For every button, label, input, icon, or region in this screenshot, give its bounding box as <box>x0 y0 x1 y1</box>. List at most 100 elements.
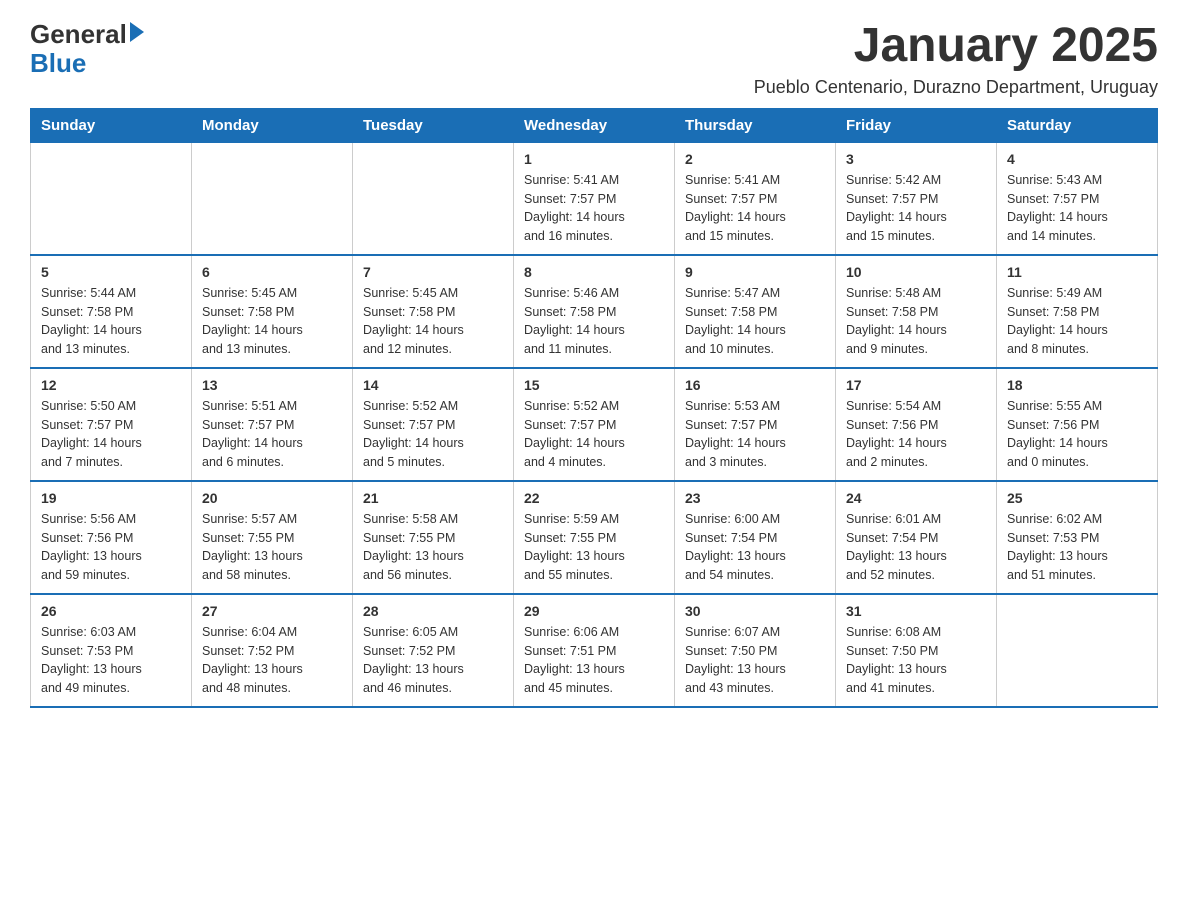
logo-arrow-icon <box>130 22 144 42</box>
table-row: 16Sunrise: 5:53 AMSunset: 7:57 PMDayligh… <box>675 368 836 481</box>
table-row: 30 Sunrise: 6:07 AMSunset: 7:50 PMDayligh… <box>675 594 836 707</box>
page-subtitle: Pueblo Centenario, Durazno Department, U… <box>754 77 1158 98</box>
calendar-table: Sunday Monday Tuesday Wednesday Thursday… <box>30 108 1158 708</box>
day-number: 15 <box>524 377 664 393</box>
table-row: 24 Sunrise: 6:01 AMSunset: 7:54 PMDayligh… <box>836 481 997 594</box>
day-number: 23 <box>685 490 825 506</box>
day-info: Sunrise: 6:06 AMSunset: 7:51 PMDaylight:… <box>524 623 664 698</box>
table-row: 12 Sunrise: 5:50 AMSunset: 7:57 PMDayligh… <box>31 368 192 481</box>
col-sunday: Sunday <box>31 108 192 142</box>
day-number: 6 <box>202 264 342 280</box>
day-info: Sunrise: 5:53 AMSunset: 7:57 PMDaylight:… <box>685 397 825 472</box>
table-row: 17 Sunrise: 5:54 AMSunset: 7:56 PMDayligh… <box>836 368 997 481</box>
day-number: 14 <box>363 377 503 393</box>
day-info: Sunrise: 6:03 AMSunset: 7:53 PMDaylight:… <box>41 623 181 698</box>
page-title: January 2025 <box>754 20 1158 73</box>
table-row <box>31 142 192 255</box>
table-row: 21 Sunrise: 5:58 AMSunset: 7:55 PMDayligh… <box>353 481 514 594</box>
day-number: 19 <box>41 490 181 506</box>
table-row: 25 Sunrise: 6:02 AMSunset: 7:53 PMDayligh… <box>997 481 1158 594</box>
table-row: 5 Sunrise: 5:44 AMSunset: 7:58 PMDaylight… <box>31 255 192 368</box>
table-row: 4 Sunrise: 5:43 AMSunset: 7:57 PMDaylight… <box>997 142 1158 255</box>
day-number: 3 <box>846 151 986 167</box>
table-row <box>192 142 353 255</box>
col-wednesday: Wednesday <box>514 108 675 142</box>
day-number: 21 <box>363 490 503 506</box>
day-number: 1 <box>524 151 664 167</box>
day-info: Sunrise: 5:45 AMSunset: 7:58 PMDaylight:… <box>363 284 503 359</box>
table-row <box>997 594 1158 707</box>
day-info: Sunrise: 5:55 AMSunset: 7:56 PMDaylight:… <box>1007 397 1147 472</box>
table-row: 8Sunrise: 5:46 AMSunset: 7:58 PMDaylight… <box>514 255 675 368</box>
logo: General Blue <box>30 20 144 77</box>
day-number: 25 <box>1007 490 1147 506</box>
day-number: 11 <box>1007 264 1147 280</box>
day-info: Sunrise: 5:58 AMSunset: 7:55 PMDaylight:… <box>363 510 503 585</box>
day-info: Sunrise: 6:04 AMSunset: 7:52 PMDaylight:… <box>202 623 342 698</box>
day-info: Sunrise: 5:50 AMSunset: 7:57 PMDaylight:… <box>41 397 181 472</box>
day-number: 17 <box>846 377 986 393</box>
day-number: 12 <box>41 377 181 393</box>
calendar-week-row: 26 Sunrise: 6:03 AMSunset: 7:53 PMDayligh… <box>31 594 1158 707</box>
table-row: 15 Sunrise: 5:52 AMSunset: 7:57 PMDayligh… <box>514 368 675 481</box>
day-number: 4 <box>1007 151 1147 167</box>
day-number: 5 <box>41 264 181 280</box>
day-info: Sunrise: 5:52 AMSunset: 7:57 PMDaylight:… <box>524 397 664 472</box>
title-block: January 2025 Pueblo Centenario, Durazno … <box>754 20 1158 98</box>
logo-general-text: General <box>30 20 127 49</box>
day-number: 10 <box>846 264 986 280</box>
calendar-week-row: 1 Sunrise: 5:41 AMSunset: 7:57 PMDaylight… <box>31 142 1158 255</box>
day-number: 24 <box>846 490 986 506</box>
day-info: Sunrise: 6:01 AMSunset: 7:54 PMDaylight:… <box>846 510 986 585</box>
table-row: 3 Sunrise: 5:42 AMSunset: 7:57 PMDaylight… <box>836 142 997 255</box>
day-number: 31 <box>846 603 986 619</box>
table-row: 11 Sunrise: 5:49 AMSunset: 7:58 PMDayligh… <box>997 255 1158 368</box>
day-number: 20 <box>202 490 342 506</box>
day-number: 9 <box>685 264 825 280</box>
day-info: Sunrise: 5:48 AMSunset: 7:58 PMDaylight:… <box>846 284 986 359</box>
day-number: 8 <box>524 264 664 280</box>
day-number: 26 <box>41 603 181 619</box>
day-number: 30 <box>685 603 825 619</box>
table-row: 23Sunrise: 6:00 AMSunset: 7:54 PMDayligh… <box>675 481 836 594</box>
day-info: Sunrise: 5:43 AMSunset: 7:57 PMDaylight:… <box>1007 171 1147 246</box>
table-row: 27Sunrise: 6:04 AMSunset: 7:52 PMDayligh… <box>192 594 353 707</box>
table-row: 14 Sunrise: 5:52 AMSunset: 7:57 PMDayligh… <box>353 368 514 481</box>
day-info: Sunrise: 6:05 AMSunset: 7:52 PMDaylight:… <box>363 623 503 698</box>
table-row: 9 Sunrise: 5:47 AMSunset: 7:58 PMDaylight… <box>675 255 836 368</box>
table-row: 28 Sunrise: 6:05 AMSunset: 7:52 PMDayligh… <box>353 594 514 707</box>
day-info: Sunrise: 5:49 AMSunset: 7:58 PMDaylight:… <box>1007 284 1147 359</box>
day-info: Sunrise: 5:56 AMSunset: 7:56 PMDaylight:… <box>41 510 181 585</box>
table-row: 1 Sunrise: 5:41 AMSunset: 7:57 PMDaylight… <box>514 142 675 255</box>
day-info: Sunrise: 5:42 AMSunset: 7:57 PMDaylight:… <box>846 171 986 246</box>
table-row: 19 Sunrise: 5:56 AMSunset: 7:56 PMDayligh… <box>31 481 192 594</box>
calendar-week-row: 5 Sunrise: 5:44 AMSunset: 7:58 PMDaylight… <box>31 255 1158 368</box>
calendar-week-row: 19 Sunrise: 5:56 AMSunset: 7:56 PMDayligh… <box>31 481 1158 594</box>
table-row: 7Sunrise: 5:45 AMSunset: 7:58 PMDaylight… <box>353 255 514 368</box>
table-row: 20 Sunrise: 5:57 AMSunset: 7:55 PMDayligh… <box>192 481 353 594</box>
table-row: 10 Sunrise: 5:48 AMSunset: 7:58 PMDayligh… <box>836 255 997 368</box>
day-info: Sunrise: 6:07 AMSunset: 7:50 PMDaylight:… <box>685 623 825 698</box>
calendar-week-row: 12 Sunrise: 5:50 AMSunset: 7:57 PMDayligh… <box>31 368 1158 481</box>
day-info: Sunrise: 5:41 AMSunset: 7:57 PMDaylight:… <box>524 171 664 246</box>
day-number: 18 <box>1007 377 1147 393</box>
table-row: 31Sunrise: 6:08 AMSunset: 7:50 PMDayligh… <box>836 594 997 707</box>
day-info: Sunrise: 5:45 AMSunset: 7:58 PMDaylight:… <box>202 284 342 359</box>
header-row: Sunday Monday Tuesday Wednesday Thursday… <box>31 108 1158 142</box>
day-info: Sunrise: 5:47 AMSunset: 7:58 PMDaylight:… <box>685 284 825 359</box>
day-info: Sunrise: 5:54 AMSunset: 7:56 PMDaylight:… <box>846 397 986 472</box>
day-info: Sunrise: 5:51 AMSunset: 7:57 PMDaylight:… <box>202 397 342 472</box>
col-saturday: Saturday <box>997 108 1158 142</box>
day-info: Sunrise: 5:57 AMSunset: 7:55 PMDaylight:… <box>202 510 342 585</box>
day-info: Sunrise: 5:44 AMSunset: 7:58 PMDaylight:… <box>41 284 181 359</box>
calendar-header: Sunday Monday Tuesday Wednesday Thursday… <box>31 108 1158 142</box>
col-thursday: Thursday <box>675 108 836 142</box>
day-info: Sunrise: 6:02 AMSunset: 7:53 PMDaylight:… <box>1007 510 1147 585</box>
table-row: 18 Sunrise: 5:55 AMSunset: 7:56 PMDayligh… <box>997 368 1158 481</box>
day-number: 13 <box>202 377 342 393</box>
col-tuesday: Tuesday <box>353 108 514 142</box>
col-friday: Friday <box>836 108 997 142</box>
day-number: 28 <box>363 603 503 619</box>
table-row: 13 Sunrise: 5:51 AMSunset: 7:57 PMDayligh… <box>192 368 353 481</box>
day-info: Sunrise: 5:52 AMSunset: 7:57 PMDaylight:… <box>363 397 503 472</box>
